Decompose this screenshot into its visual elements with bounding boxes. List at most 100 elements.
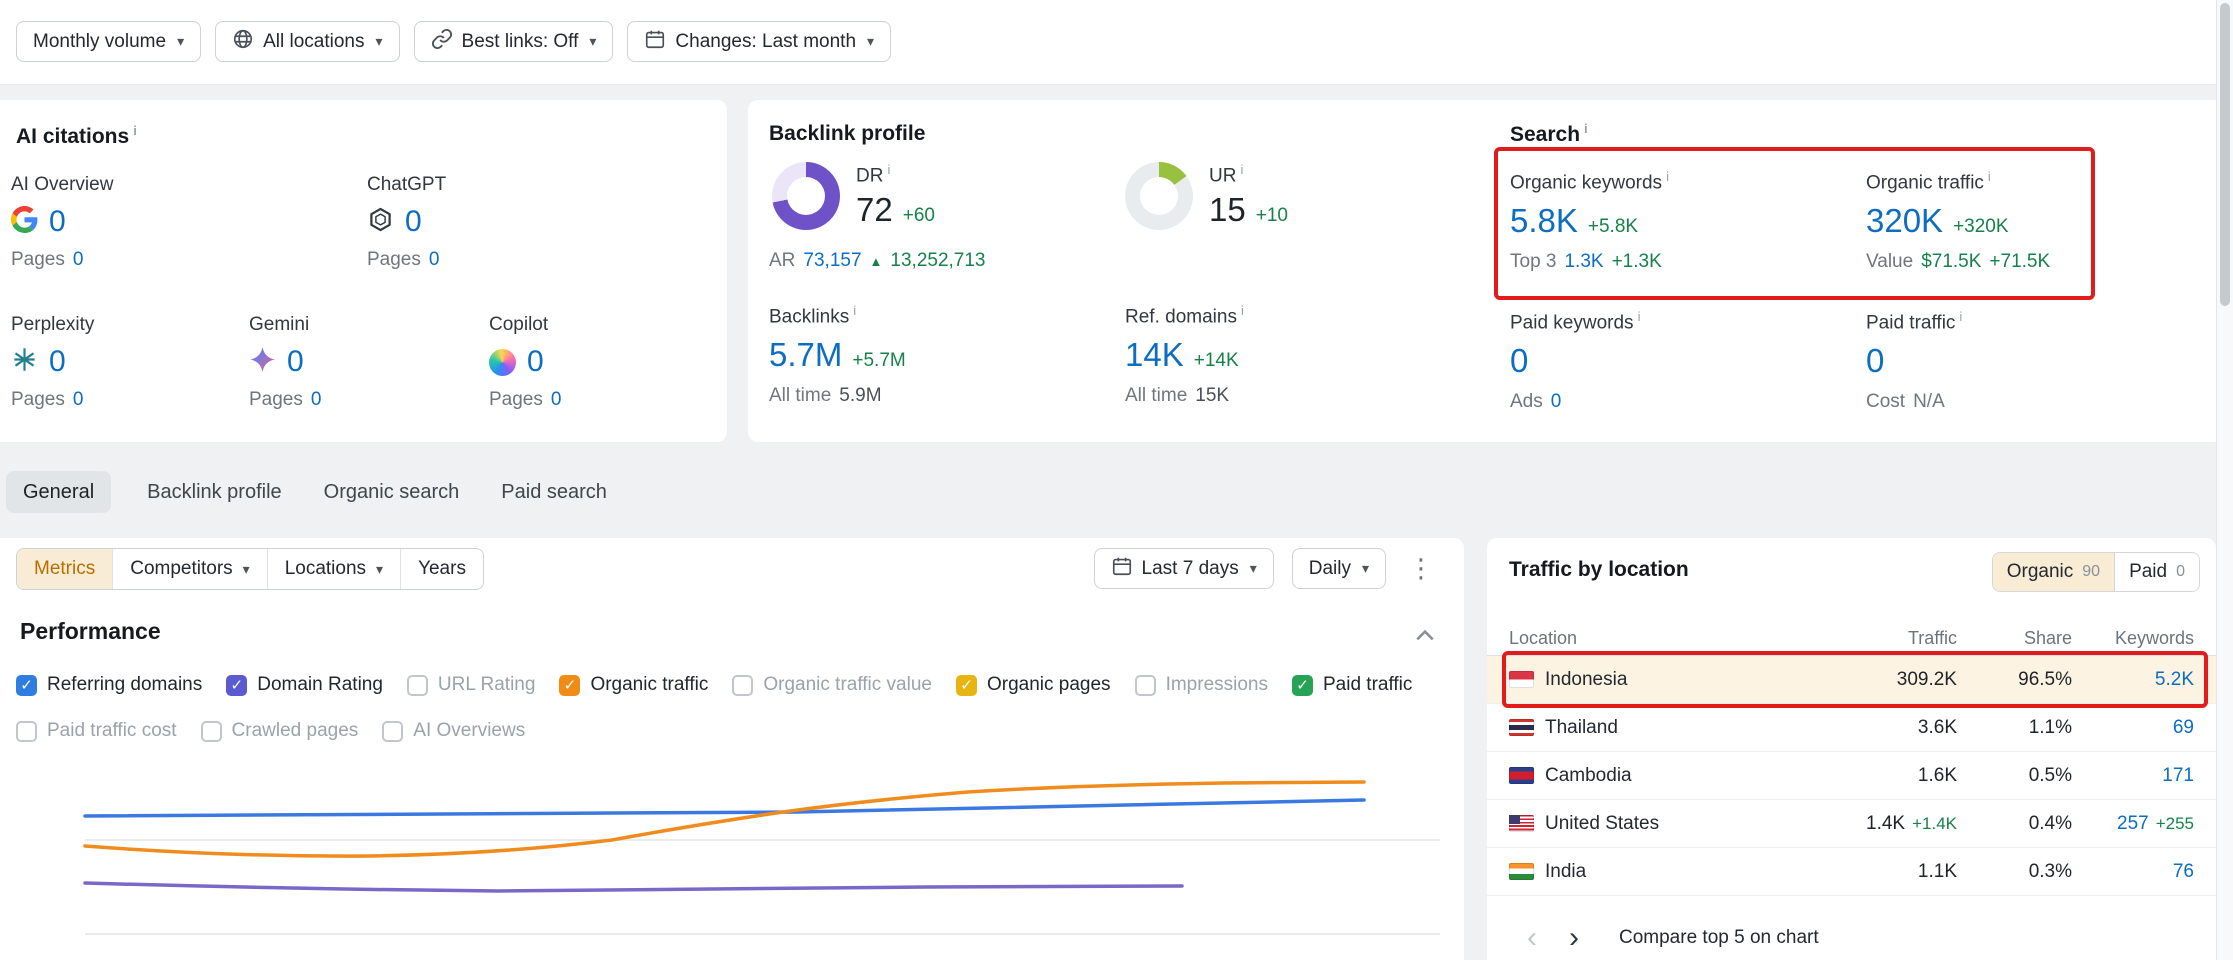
kebab-menu-icon[interactable]: ⋮	[1404, 553, 1438, 584]
chatgpt-count[interactable]: 0	[405, 205, 422, 239]
granularity-dropdown[interactable]: Daily ▾	[1292, 548, 1386, 589]
table-row-united-states[interactable]: United States 1.4K+1.4K 0.4% 257+255	[1487, 800, 2216, 848]
metric-referring-domains[interactable]: Referring domains	[16, 674, 202, 696]
locations-dropdown[interactable]: Locations▾	[267, 549, 400, 589]
col-share: Share	[1957, 628, 2072, 649]
chevron-left-icon[interactable]: ‹	[1527, 923, 1537, 953]
organic-traffic-stat: Organic traffic 320K +320K Value $71.5K …	[1866, 170, 2050, 273]
metric-organic-pages[interactable]: Organic pages	[956, 674, 1111, 696]
ai-overview-count[interactable]: 0	[49, 205, 66, 239]
ads-value[interactable]: 0	[1551, 391, 1562, 413]
pages-count[interactable]: 0	[73, 249, 84, 271]
tab-backlink-profile[interactable]: Backlink profile	[141, 471, 288, 513]
checkbox-unchecked-icon	[16, 721, 37, 742]
metric-toggles-row2: Paid traffic cost Crawled pages AI Overv…	[16, 720, 525, 742]
traffic-by-location-panel: Traffic by location Organic90 Paid0 Loca…	[1487, 538, 2216, 960]
location-name: India	[1545, 861, 1586, 883]
checkbox-unchecked-icon	[732, 675, 753, 696]
location-pagination: ‹ › Compare top 5 on chart	[1527, 923, 1819, 953]
pages-count[interactable]: 0	[311, 389, 322, 411]
copilot-icon	[489, 349, 516, 376]
backlinks-delta: +5.7M	[852, 350, 905, 372]
traffic-value: $71.5K	[1921, 251, 1981, 273]
ur-delta: +10	[1256, 205, 1288, 227]
keywords-link[interactable]: 257	[2117, 813, 2149, 834]
checkbox-unchecked-icon	[407, 675, 428, 696]
collapse-chevron-icon[interactable]	[1416, 628, 1434, 646]
chart-line-referring-domains	[85, 800, 1364, 816]
paid-keywords-value[interactable]: 0	[1510, 342, 1528, 380]
competitors-dropdown[interactable]: Competitors▾	[112, 549, 266, 589]
scrollbar-thumb[interactable]	[2220, 3, 2230, 306]
paid-toggle[interactable]: Paid0	[2114, 553, 2199, 591]
traffic-value: 1.4K	[1866, 813, 1905, 834]
location-name: Thailand	[1545, 717, 1618, 739]
performance-line-chart	[0, 764, 1464, 960]
ref-domains-label: Ref. domains	[1125, 304, 1244, 328]
monthly-volume-dropdown[interactable]: Monthly volume ▾	[16, 21, 201, 62]
changes-label: Changes: Last month	[675, 31, 856, 53]
chevron-right-icon[interactable]: ›	[1569, 923, 1579, 953]
performance-panel: Metrics Competitors▾ Locations▾ Years La…	[0, 538, 1464, 960]
calendar-icon	[644, 28, 666, 56]
info-icon	[1638, 310, 1641, 323]
pages-count[interactable]: 0	[73, 389, 84, 411]
backlinks-value[interactable]: 5.7M	[769, 336, 842, 374]
table-row-cambodia[interactable]: Cambodia 1.6K 0.5% 171	[1487, 752, 2216, 800]
metric-paid-traffic-cost[interactable]: Paid traffic cost	[16, 720, 177, 742]
ref-domains-value[interactable]: 14K	[1125, 336, 1184, 374]
organic-traffic-value[interactable]: 320K	[1866, 202, 1943, 240]
ar-value[interactable]: 73,157	[803, 250, 861, 272]
location-name: Indonesia	[1545, 669, 1627, 691]
keywords-link[interactable]: 69	[2072, 717, 2194, 739]
table-row-india[interactable]: India 1.1K 0.3% 76	[1487, 848, 2216, 896]
info-icon	[133, 124, 137, 137]
years-button[interactable]: Years	[400, 549, 483, 589]
top3-value[interactable]: 1.3K	[1564, 251, 1603, 273]
locations-label: Locations	[285, 558, 366, 580]
metric-paid-traffic[interactable]: Paid traffic	[1292, 674, 1412, 696]
metric-domain-rating[interactable]: Domain Rating	[226, 674, 383, 696]
organic-keywords-delta: +5.8K	[1588, 216, 1638, 238]
table-row-indonesia[interactable]: Indonesia 309.2K 96.5% 5.2K	[1487, 656, 2216, 704]
keywords-link[interactable]: 171	[2072, 765, 2194, 787]
info-icon	[1666, 170, 1669, 183]
metric-crawled-pages[interactable]: Crawled pages	[201, 720, 359, 742]
alltime-value: 5.9M	[839, 385, 881, 407]
pages-count[interactable]: 0	[429, 249, 440, 271]
metric-organic-traffic-value[interactable]: Organic traffic value	[732, 674, 932, 696]
page-scrollbar	[2216, 0, 2233, 960]
organic-keywords-value[interactable]: 5.8K	[1510, 202, 1578, 240]
gemini-count[interactable]: 0	[287, 345, 304, 379]
copilot-count[interactable]: 0	[527, 345, 544, 379]
pages-label: Pages	[249, 389, 303, 411]
pages-label: Pages	[489, 389, 543, 411]
all-locations-dropdown[interactable]: All locations ▾	[215, 21, 399, 62]
google-icon	[11, 206, 38, 238]
metric-ai-overviews[interactable]: AI Overviews	[382, 720, 525, 742]
keywords-link[interactable]: 76	[2072, 861, 2194, 883]
date-range-dropdown[interactable]: Last 7 days ▾	[1094, 548, 1274, 589]
paid-traffic-value[interactable]: 0	[1866, 342, 1884, 380]
organic-toggle[interactable]: Organic90	[1993, 553, 2114, 591]
changes-dropdown[interactable]: Changes: Last month ▾	[627, 21, 891, 62]
table-row-thailand[interactable]: Thailand 3.6K 1.1% 69	[1487, 704, 2216, 752]
tab-organic-search[interactable]: Organic search	[318, 471, 466, 513]
pages-count[interactable]: 0	[551, 389, 562, 411]
metric-impressions[interactable]: Impressions	[1135, 674, 1268, 696]
checkbox-unchecked-icon	[382, 721, 403, 742]
organic-paid-toggle: Organic90 Paid0	[1992, 552, 2200, 592]
gemini-icon	[249, 346, 276, 378]
tab-general[interactable]: General	[6, 471, 111, 513]
metric-organic-traffic[interactable]: Organic traffic	[559, 674, 708, 696]
metrics-button[interactable]: Metrics	[17, 549, 112, 589]
perplexity-count[interactable]: 0	[49, 345, 66, 379]
tab-paid-search[interactable]: Paid search	[495, 471, 613, 513]
date-controls: Last 7 days ▾ Daily ▾ ⋮	[1094, 548, 1438, 589]
dr-donut-chart	[772, 162, 840, 230]
checkbox-checked-icon	[559, 675, 580, 696]
col-traffic: Traffic	[1792, 628, 1957, 649]
best-links-dropdown[interactable]: Best links: Off ▾	[414, 21, 614, 62]
metric-url-rating[interactable]: URL Rating	[407, 674, 536, 696]
keywords-link[interactable]: 5.2K	[2072, 669, 2194, 691]
